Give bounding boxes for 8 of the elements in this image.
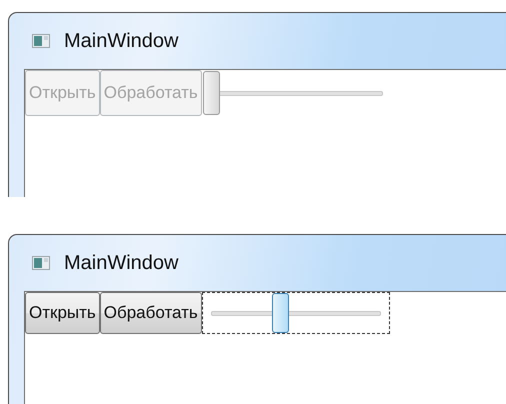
window-title: MainWindow xyxy=(64,252,178,275)
window-title: MainWindow xyxy=(64,30,178,52)
push-button[interactable]: Открыть xyxy=(25,292,100,334)
push-button[interactable]: Обработать xyxy=(100,292,202,334)
slider-thumb[interactable] xyxy=(272,293,289,334)
window-icon xyxy=(32,256,50,270)
window-icon xyxy=(32,34,50,48)
slider[interactable] xyxy=(202,292,390,334)
